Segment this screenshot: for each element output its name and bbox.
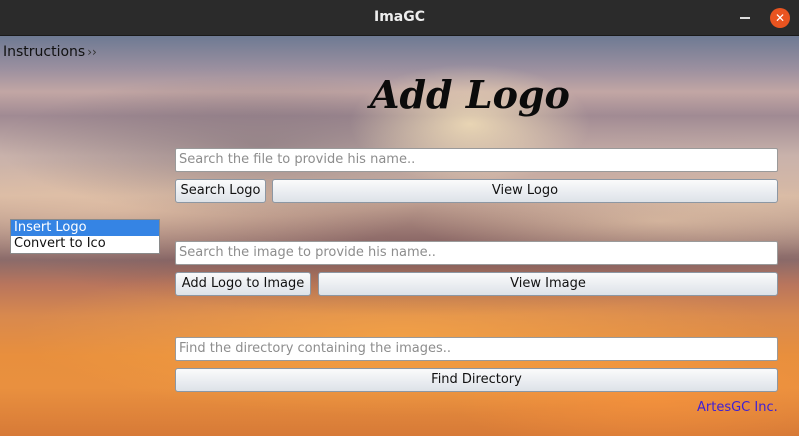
image-file-field[interactable]: Search the image to provide his name.. xyxy=(175,241,778,265)
credit-label: ArtesGC Inc. xyxy=(697,400,778,415)
window-title: ImaGC xyxy=(373,9,425,25)
instructions-menu[interactable]: Instructions ›› xyxy=(3,44,97,60)
page-title: Add Logo xyxy=(370,72,570,117)
mode-item-insert-logo[interactable]: Insert Logo xyxy=(11,220,159,236)
directory-field[interactable]: Find the directory containing the images… xyxy=(175,337,778,361)
add-logo-to-image-button[interactable]: Add Logo to Image xyxy=(175,272,311,296)
minimize-icon[interactable] xyxy=(740,17,750,19)
instructions-label: Instructions xyxy=(3,44,86,60)
search-logo-button[interactable]: Search Logo xyxy=(175,179,266,203)
mode-list[interactable]: Insert Logo Convert to Ico xyxy=(10,219,160,254)
title-bar: ImaGC ✕ xyxy=(0,0,799,36)
find-directory-button[interactable]: Find Directory xyxy=(175,368,778,392)
chevron-right-icon: ›› xyxy=(87,45,97,59)
view-image-button[interactable]: View Image xyxy=(318,272,778,296)
logo-file-field[interactable]: Search the file to provide his name.. xyxy=(175,148,778,172)
main-window-content: Instructions ›› Add Logo Insert Logo Conv… xyxy=(0,36,799,436)
close-icon[interactable]: ✕ xyxy=(770,8,790,28)
view-logo-button[interactable]: View Logo xyxy=(272,179,778,203)
mode-item-convert-to-ico[interactable]: Convert to Ico xyxy=(11,236,159,252)
